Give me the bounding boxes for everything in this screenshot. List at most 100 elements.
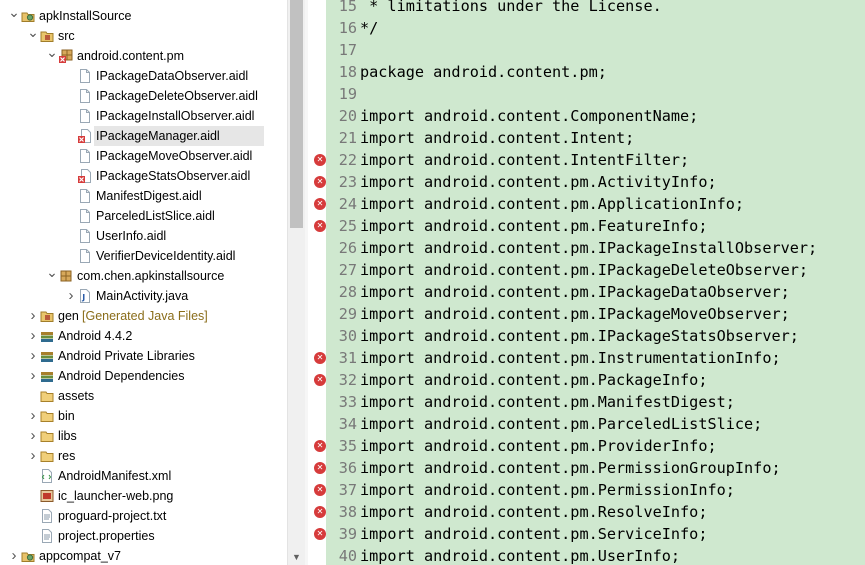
tree-item[interactable]: ⌄ com.chen.apkinstallsource xyxy=(0,265,287,286)
tree-item-label: android.content.pm xyxy=(77,49,185,63)
code-line[interactable]: 32 import android.content.pm.PackageInfo; xyxy=(326,369,708,391)
chevron-right-icon[interactable]: › xyxy=(65,286,77,306)
error-marker-icon[interactable]: ✕ xyxy=(314,528,326,540)
tree-item[interactable]: › appcompat_v7 xyxy=(0,546,287,565)
tree-item[interactable]: ⌄ src xyxy=(0,25,287,46)
error-marker-icon[interactable]: ✕ xyxy=(314,440,326,452)
code-line[interactable]: 40 import android.content.pm.UserInfo; xyxy=(326,545,680,565)
tree-item[interactable]: ⌄ apkInstallSource xyxy=(0,5,287,26)
tree-item[interactable]: IPackageDataObserver.aidl xyxy=(0,66,287,86)
tree-item[interactable]: proguard-project.txt xyxy=(0,506,287,526)
tree-item-label: IPackageStatsObserver.aidl xyxy=(96,169,251,183)
code-line[interactable]: 23 import android.content.pm.ActivityInfo… xyxy=(326,171,717,193)
chevron-down-icon[interactable]: ⌄ xyxy=(8,5,20,26)
tree-item[interactable]: IPackageManager.aidl xyxy=(78,126,264,146)
line-number: 40 xyxy=(338,547,357,565)
tree-item[interactable]: › gen [Generated Java Files] xyxy=(0,306,287,326)
error-marker-icon[interactable]: ✕ xyxy=(314,154,326,166)
tree-item[interactable]: AndroidManifest.xml xyxy=(0,466,287,486)
code-editor[interactable]: 15 * limitations under the License. 16 */1… xyxy=(326,0,865,565)
line-number: 29 xyxy=(338,305,357,323)
tree-item[interactable]: VerifierDeviceIdentity.aidl xyxy=(0,246,287,266)
code-line[interactable]: 34 import android.content.pm.ParceledList… xyxy=(326,413,763,435)
code-line[interactable]: 31 import android.content.pm.Instrumentat… xyxy=(326,347,781,369)
project-icon xyxy=(21,549,35,563)
code-text: import android.content.pm.ServiceInfo; xyxy=(360,525,708,543)
code-line[interactable]: 36 import android.content.pm.PermissionGr… xyxy=(326,457,781,479)
line-number: 22 xyxy=(338,151,357,169)
code-text: import android.content.pm.PackageInfo; xyxy=(360,371,708,389)
code-line[interactable]: 37 import android.content.pm.PermissionIn… xyxy=(326,479,735,501)
code-line[interactable]: 28 import android.content.pm.IPackageData… xyxy=(326,281,790,303)
tree-item[interactable]: UserInfo.aidl xyxy=(0,226,287,246)
tree-item-label: IPackageManager.aidl xyxy=(96,129,220,143)
tree-item[interactable]: ⌄ android.content.pm xyxy=(0,45,287,66)
scroll-down-arrow-icon[interactable]: ▼ xyxy=(288,549,305,565)
scrollbar-thumb[interactable] xyxy=(290,0,303,228)
code-line[interactable]: 27 import android.content.pm.IPackageDele… xyxy=(326,259,808,281)
chevron-right-icon[interactable]: › xyxy=(27,406,39,426)
error-marker-icon[interactable]: ✕ xyxy=(314,352,326,364)
tree-item[interactable]: ManifestDigest.aidl xyxy=(0,186,287,206)
code-line[interactable]: 21 import android.content.Intent; xyxy=(326,127,635,149)
code-line[interactable]: 18 package android.content.pm; xyxy=(326,61,607,83)
tree-item[interactable]: ParceledListSlice.aidl xyxy=(0,206,287,226)
error-marker-icon[interactable]: ✕ xyxy=(314,176,326,188)
error-marker-icon[interactable]: ✕ xyxy=(314,374,326,386)
explorer-scrollbar[interactable]: ▼ xyxy=(287,0,305,565)
code-line[interactable]: 39 import android.content.pm.ServiceInfo; xyxy=(326,523,708,545)
tree-item[interactable]: › Android Private Libraries xyxy=(0,346,287,366)
tree-item-label: apkInstallSource xyxy=(39,9,132,23)
code-line[interactable]: 19 xyxy=(326,83,360,105)
error-marker-icon[interactable]: ✕ xyxy=(314,484,326,496)
chevron-down-icon[interactable]: ⌄ xyxy=(46,45,58,66)
tree-item[interactable]: › Android 4.4.2 xyxy=(0,326,287,346)
tree-item[interactable]: IPackageDeleteObserver.aidl xyxy=(0,86,287,106)
code-line[interactable]: 26 import android.content.pm.IPackageInst… xyxy=(326,237,817,259)
tree-item[interactable]: IPackageMoveObserver.aidl xyxy=(0,146,287,166)
code-line[interactable]: 20 import android.content.ComponentName; xyxy=(326,105,699,127)
tree-item[interactable]: IPackageStatsObserver.aidl xyxy=(0,166,287,186)
line-number: 33 xyxy=(338,393,357,411)
tree-item[interactable]: › libs xyxy=(0,426,287,446)
tree-item-label: ManifestDigest.aidl xyxy=(96,189,202,203)
chevron-right-icon[interactable]: › xyxy=(27,366,39,386)
tree-item[interactable]: IPackageInstallObserver.aidl xyxy=(0,106,287,126)
code-line[interactable]: 35 import android.content.pm.ProviderInfo… xyxy=(326,435,717,457)
error-marker-icon[interactable]: ✕ xyxy=(314,198,326,210)
error-marker-icon[interactable]: ✕ xyxy=(314,220,326,232)
code-line[interactable]: 38 import android.content.pm.ResolveInfo; xyxy=(326,501,708,523)
code-line[interactable]: 30 import android.content.pm.IPackageStat… xyxy=(326,325,799,347)
line-number: 32 xyxy=(338,371,357,389)
code-line[interactable]: 25 import android.content.pm.FeatureInfo; xyxy=(326,215,708,237)
package-explorer[interactable]: ⌄ apkInstallSource ⌄ src ⌄ android.content.pm… xyxy=(0,0,287,565)
chevron-down-icon[interactable]: ⌄ xyxy=(27,25,39,46)
tree-item-label: VerifierDeviceIdentity.aidl xyxy=(96,249,236,263)
code-line[interactable]: 22 import android.content.IntentFilter; xyxy=(326,149,689,171)
source-folder-icon xyxy=(40,29,54,43)
tree-item[interactable]: › J MainActivity.java xyxy=(0,286,287,306)
error-marker-icon[interactable]: ✕ xyxy=(314,506,326,518)
tree-item[interactable]: › res xyxy=(0,446,287,466)
tree-item[interactable]: ic_launcher-web.png xyxy=(0,486,287,506)
code-line[interactable]: 16 */ xyxy=(326,17,379,39)
tree-item-label: IPackageDataObserver.aidl xyxy=(96,69,249,83)
tree-item[interactable]: assets xyxy=(0,386,287,406)
chevron-right-icon[interactable]: › xyxy=(27,446,39,466)
code-line[interactable]: 24 import android.content.pm.ApplicationI… xyxy=(326,193,744,215)
chevron-right-icon[interactable]: › xyxy=(8,546,20,565)
tree-item[interactable]: › bin xyxy=(0,406,287,426)
chevron-right-icon[interactable]: › xyxy=(27,326,39,346)
chevron-right-icon[interactable]: › xyxy=(27,426,39,446)
code-line[interactable]: 15 * limitations under the License. xyxy=(326,0,662,17)
chevron-right-icon[interactable]: › xyxy=(27,346,39,366)
tree-item-label: UserInfo.aidl xyxy=(96,229,167,243)
tree-item[interactable]: project.properties xyxy=(0,526,287,546)
tree-item[interactable]: › Android Dependencies xyxy=(0,366,287,386)
code-line[interactable]: 33 import android.content.pm.ManifestDige… xyxy=(326,391,735,413)
code-line[interactable]: 29 import android.content.pm.IPackageMove… xyxy=(326,303,790,325)
chevron-down-icon[interactable]: ⌄ xyxy=(46,265,58,286)
error-marker-icon[interactable]: ✕ xyxy=(314,462,326,474)
chevron-right-icon[interactable]: › xyxy=(27,306,39,326)
code-line[interactable]: 17 xyxy=(326,39,360,61)
